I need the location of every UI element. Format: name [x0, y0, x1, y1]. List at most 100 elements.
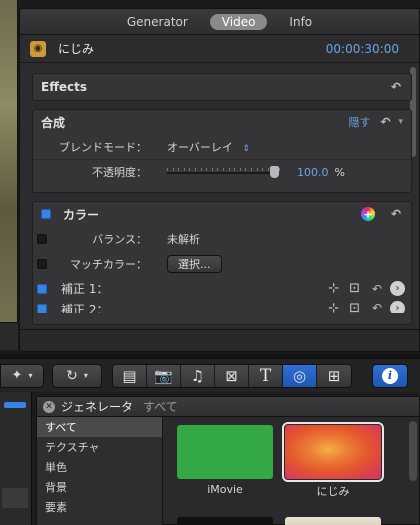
- correction-1-label: 補正 1：: [61, 282, 109, 296]
- opacity-slider-tick: [172, 168, 174, 171]
- composite-reset-icon[interactable]: ↶: [378, 115, 392, 129]
- generators-browser: ✕ ジェネレータ すべて すべて テクスチャ 単色 背景 要素 iMovie に…: [36, 396, 420, 525]
- generator-thumb-nijimi[interactable]: [282, 422, 384, 482]
- category-backgrounds[interactable]: 背景: [37, 477, 162, 497]
- balance-checkbox[interactable]: [37, 233, 47, 244]
- color-reset-icon[interactable]: ↶: [389, 207, 403, 221]
- transitions-icon[interactable]: ⊠: [215, 364, 249, 387]
- correction-1-checkbox[interactable]: [37, 283, 47, 294]
- effects-reset-icon[interactable]: ↶: [389, 80, 403, 94]
- opacity-slider-tick: [206, 168, 208, 171]
- opacity-slider-tick: [178, 168, 180, 171]
- music-icon[interactable]: ♫: [181, 364, 215, 387]
- timeline-clip-thumb[interactable]: [2, 488, 28, 508]
- generators-scrollbar[interactable]: [409, 421, 417, 481]
- opacity-slider-tick: [245, 168, 247, 171]
- blend-mode-label: ブレンドモード：: [59, 140, 147, 154]
- effects-label: Effects: [41, 80, 88, 94]
- opacity-slider-tick: [167, 168, 168, 171]
- info-icon: i: [382, 367, 398, 384]
- generator-thumb-nijimi-label: にじみ: [316, 485, 350, 498]
- match-color-row: マッチカラー： 選択...: [33, 251, 411, 276]
- opacity-slider-tick: [256, 168, 258, 171]
- opacity-slider-tick: [234, 168, 236, 171]
- generator-clip-icon: ◉: [30, 40, 46, 57]
- inspector-toggle-button[interactable]: i: [372, 363, 408, 388]
- tab-video[interactable]: Video: [209, 13, 268, 30]
- viewer-preview-strip: [0, 0, 18, 350]
- enhance-button[interactable]: ✦ ▾: [0, 363, 44, 388]
- correction-2-checkbox[interactable]: [37, 304, 47, 313]
- effects-section: Effects ↶: [32, 73, 412, 101]
- inspector-tabs: Generator Video Info: [20, 9, 419, 35]
- color-header: カラー + ↶: [33, 202, 411, 226]
- opacity-slider-tick: [195, 168, 196, 171]
- opacity-slider-tick: [211, 168, 213, 171]
- balance-label: バランス：: [92, 232, 147, 246]
- generators-title: ジェネレータ: [61, 400, 134, 414]
- category-all[interactable]: すべて: [37, 417, 162, 437]
- correction-2-reset-icon[interactable]: ↶: [370, 301, 384, 313]
- opacity-slider-tick: [267, 168, 269, 171]
- opacity-slider-tick: [279, 168, 280, 171]
- hide-button[interactable]: 隠す: [348, 114, 370, 130]
- opacity-row: 不透明度： 100.0 %: [33, 159, 411, 184]
- media-browser-buttons: ▤ 📷 ♫ ⊠ T ◎ ⊞: [112, 363, 352, 388]
- correction-2-shape-mask-icon[interactable]: ⊡: [349, 301, 360, 313]
- tab-generator[interactable]: Generator: [115, 14, 200, 30]
- clip-appearance-icon[interactable]: ▤: [113, 364, 147, 387]
- correction-2-mask-icon[interactable]: ⊹: [328, 301, 339, 313]
- composite-section: 合成 隠す ↶ ▾ ブレンドモード： オーバーレイ ⇕ 不透明度： 100.0 …: [32, 109, 412, 193]
- speed-dial-icon: ↻: [66, 367, 78, 384]
- opacity-slider-tick: [223, 168, 224, 171]
- category-textures[interactable]: テクスチャ: [37, 437, 162, 457]
- opacity-slider-tick: [217, 168, 219, 171]
- generators-breadcrumb[interactable]: すべて: [143, 398, 178, 415]
- opacity-slider[interactable]: [167, 166, 280, 178]
- correction-1-shape-mask-icon[interactable]: ⊡: [349, 281, 360, 296]
- correction-2-go-arrow-icon[interactable]: ›: [390, 301, 405, 313]
- generator-thumb-partial-1[interactable]: [177, 517, 273, 525]
- color-enable-checkbox[interactable]: [41, 209, 51, 219]
- titles-icon[interactable]: T: [249, 364, 283, 387]
- match-color-checkbox[interactable]: [37, 258, 47, 269]
- composite-header: 合成 隠す ↶ ▾: [33, 110, 411, 134]
- generator-thumb-partial-2[interactable]: [285, 517, 381, 525]
- clip-name: にじみ: [58, 42, 95, 56]
- photos-icon[interactable]: 📷: [147, 364, 181, 387]
- opacity-slider-tick: [200, 168, 202, 171]
- balance-value: 未解析: [167, 232, 200, 246]
- opacity-slider-tick: [239, 168, 241, 171]
- generator-thumb-imovie-label: iMovie: [207, 483, 243, 496]
- effects-header[interactable]: Effects ↶: [33, 75, 411, 99]
- generator-thumb-imovie[interactable]: [177, 425, 273, 479]
- category-elements[interactable]: 要素: [37, 497, 162, 517]
- inspector-panel: Generator Video Info ◉ にじみ 00:00:30:00 E…: [19, 8, 420, 352]
- generators-icon[interactable]: ◎: [283, 364, 317, 387]
- themes-icon[interactable]: ⊞: [317, 364, 351, 387]
- timeline-playhead-marker[interactable]: [4, 402, 26, 408]
- opacity-slider-tick: [189, 168, 191, 171]
- correction-1-reset-icon[interactable]: ↶: [370, 282, 384, 296]
- opacity-unit: %: [334, 165, 345, 179]
- opacity-value[interactable]: 100.0: [297, 166, 329, 179]
- category-solids[interactable]: 単色: [37, 457, 162, 477]
- opacity-slider-ticks: [167, 168, 280, 171]
- blend-mode-row: ブレンドモード： オーバーレイ ⇕: [33, 134, 411, 159]
- correction-1-mask-icon[interactable]: ⊹: [328, 281, 339, 296]
- main-toolbar: ✦ ▾ ↻ ▾ ▤ 📷 ♫ ⊠ T ◎ ⊞ i: [0, 358, 420, 392]
- opacity-slider-track: [167, 172, 279, 174]
- generators-browser-header: ✕ ジェネレータ すべて: [37, 397, 419, 417]
- blend-mode-popup[interactable]: オーバーレイ ⇕: [167, 139, 250, 155]
- tab-info[interactable]: Info: [277, 14, 324, 30]
- composite-menu-chevron-icon[interactable]: ▾: [398, 117, 403, 127]
- correction-2-row: 補正 2： ⊹ ⊡ ↶ ›: [33, 301, 411, 313]
- add-correction-icon[interactable]: +: [361, 207, 375, 221]
- match-color-choose-button[interactable]: 選択...: [167, 254, 222, 273]
- opacity-slider-knob[interactable]: [270, 166, 279, 178]
- close-icon[interactable]: ✕: [43, 400, 55, 413]
- speed-button[interactable]: ↻ ▾: [52, 363, 102, 388]
- correction-1-go-arrow-icon[interactable]: ›: [390, 281, 405, 296]
- opacity-label: 不透明度：: [92, 166, 147, 179]
- opacity-slider-tick: [251, 168, 252, 171]
